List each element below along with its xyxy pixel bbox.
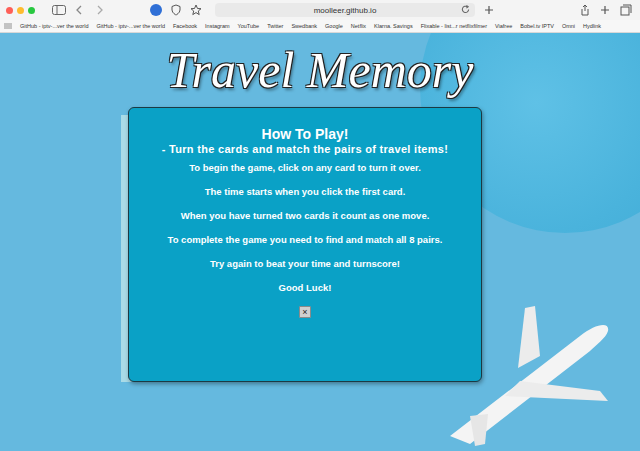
bookmark-item[interactable]: Netflix [351,23,366,29]
bookmark-item[interactable]: Viafree [495,23,512,29]
modal-area: How To Play!- Turn the cards and match t… [128,107,482,382]
add-tab-icon[interactable] [599,4,611,16]
instruction-line: The time starts when you click the first… [205,186,406,198]
modal-subheading: - Turn the cards and match the pairs of … [162,142,448,156]
bookmark-item[interactable]: Flixable - list...r netflixfilmer [421,23,487,29]
bookmark-item[interactable]: GitHub - iptv-...ver the world [96,23,164,29]
instruction-line: When you have turned two cards it count … [181,210,430,222]
bookmark-item[interactable]: YouTube [238,23,260,29]
bookmark-item[interactable]: Hydlink [583,23,601,29]
modal-heading: How To Play! [262,126,349,142]
new-tab-icon[interactable] [484,5,494,15]
bookmark-item[interactable]: Omni [562,23,575,29]
how-to-play-modal: How To Play!- Turn the cards and match t… [128,107,482,382]
window-controls [6,7,35,14]
address-bar[interactable]: moolleer.github.io [215,3,475,17]
grid-icon[interactable] [4,23,12,29]
browser-toolbar: moolleer.github.io [0,0,640,20]
game-title: Travel Memory [167,39,474,101]
instruction-line: Try again to beat your time and turnscor… [210,258,400,270]
close-light-icon[interactable] [6,7,13,14]
tabs-overview-icon[interactable] [620,4,632,16]
bookmark-item[interactable]: Google [325,23,343,29]
minimize-light-icon[interactable] [17,7,24,14]
instruction-line: Good Luck! [279,282,332,294]
sidebar-icon[interactable] [52,5,66,15]
extension-icon[interactable] [150,4,162,16]
bookmark-item[interactable]: Twitter [267,23,283,29]
bookmark-item[interactable]: Klarna. Savings [374,23,413,29]
close-button[interactable]: × [299,306,311,318]
forward-icon[interactable] [94,5,104,15]
page: Travel MemoryHow To Play!- Turn the card… [0,33,640,451]
star-icon[interactable] [190,4,202,16]
reload-icon[interactable] [461,5,470,14]
bookmark-item[interactable]: Bobel.tv IPTV [520,23,554,29]
back-icon[interactable] [75,5,85,15]
instruction-line: To begin the game, click on any card to … [189,162,421,174]
bookmark-item[interactable]: Facebook [173,23,197,29]
bookmark-item[interactable]: Instagram [205,23,229,29]
shield-icon[interactable] [171,4,181,16]
bookmark-item[interactable]: Swedbank [291,23,317,29]
browser-window: moolleer.github.io GitHub - iptv-...ver t… [0,0,640,451]
bookmarks-bar: GitHub - iptv-...ver the world GitHub - i… [0,20,640,33]
url-text: moolleer.github.io [314,6,377,15]
bookmark-item[interactable]: GitHub - iptv-...ver the world [20,23,88,29]
zoom-light-icon[interactable] [28,7,35,14]
instruction-line: To complete the game you need to find an… [168,234,443,246]
share-icon[interactable] [580,4,590,16]
